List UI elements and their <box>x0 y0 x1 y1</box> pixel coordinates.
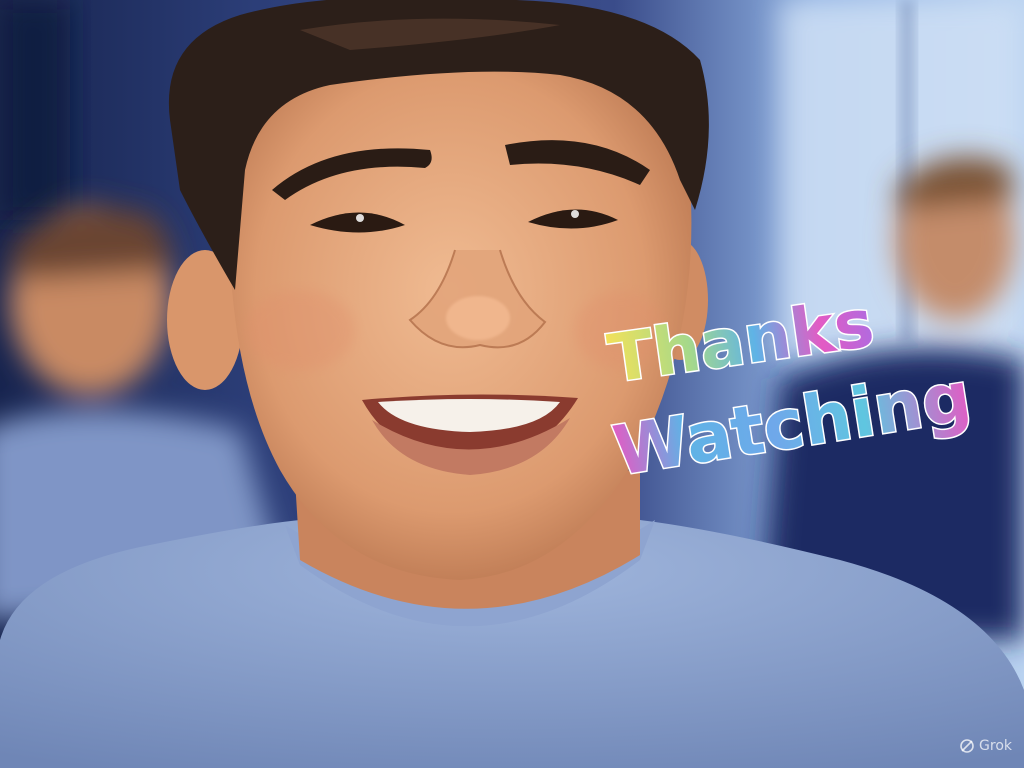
watermark-text: Grok <box>979 738 1012 754</box>
nose-tip <box>446 296 510 340</box>
right-eye-highlight <box>571 210 579 218</box>
dark-poster <box>0 0 70 220</box>
left-cheek <box>245 290 355 370</box>
watermark: Grok <box>959 738 1012 754</box>
photo-scene <box>0 0 1024 768</box>
right-cheek <box>575 292 665 368</box>
grok-logo-icon <box>959 738 975 754</box>
left-eye-highlight <box>356 214 364 222</box>
